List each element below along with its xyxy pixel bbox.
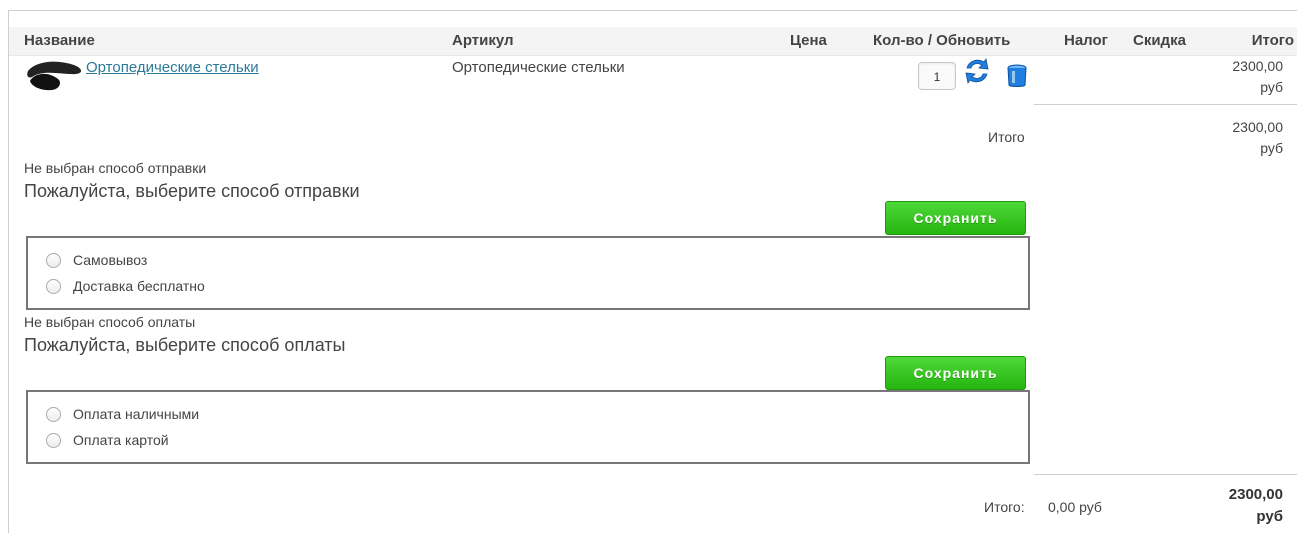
product-thumbnail-image bbox=[27, 61, 82, 91]
subtotal-currency: руб bbox=[1260, 140, 1283, 156]
grand-total-tax: 0,00 руб bbox=[1048, 499, 1102, 515]
shipping-option-label: Доставка бесплатно bbox=[73, 278, 205, 294]
grand-total-value: 2300,00 руб bbox=[1229, 484, 1283, 528]
subtotal-amount: 2300,00 bbox=[1232, 119, 1283, 135]
header-discount: Скидка bbox=[1133, 32, 1186, 49]
shipping-options-box: Самовывоз Доставка бесплатно bbox=[26, 236, 1030, 310]
refresh-icon[interactable] bbox=[963, 56, 991, 86]
grand-total-currency: руб bbox=[1256, 508, 1283, 525]
product-sku: Ортопедические стельки bbox=[452, 59, 625, 76]
subtotal-divider bbox=[1034, 104, 1297, 105]
row-total-amount: 2300,00 bbox=[1232, 58, 1283, 74]
payment-option-card[interactable]: Оплата картой bbox=[46, 428, 169, 452]
payment-save-button[interactable]: Сохранить bbox=[885, 356, 1026, 390]
subtotal-value: 2300,00 руб bbox=[1232, 117, 1283, 159]
shipping-status: Не выбран способ отправки bbox=[24, 160, 207, 176]
radio-button[interactable] bbox=[46, 432, 61, 448]
radio-button[interactable] bbox=[46, 252, 61, 268]
header-price: Цена bbox=[790, 32, 827, 49]
row-total-currency: руб bbox=[1260, 79, 1283, 95]
shipping-option-label: Самовывоз bbox=[73, 252, 148, 268]
quantity-input[interactable]: 1 bbox=[918, 62, 956, 90]
subtotal-label: Итого bbox=[988, 129, 1025, 145]
shipping-option-pickup[interactable]: Самовывоз bbox=[46, 248, 147, 272]
header-sku: Артикул bbox=[452, 32, 514, 49]
cart-table-header: Название Артикул Цена Кол-во / Обновить … bbox=[9, 27, 1297, 56]
cart-frame-top-border bbox=[8, 10, 1297, 11]
grand-total-label: Итого: bbox=[984, 499, 1025, 515]
radio-button[interactable] bbox=[46, 406, 61, 422]
header-name: Название bbox=[24, 32, 95, 49]
header-qty-update: Кол-во / Обновить bbox=[873, 32, 1011, 49]
payment-options-box: Оплата наличными Оплата картой bbox=[26, 390, 1030, 464]
cart-frame-left-border bbox=[8, 10, 9, 533]
payment-option-label: Оплата картой bbox=[73, 432, 169, 448]
shipping-option-free-delivery[interactable]: Доставка бесплатно bbox=[46, 274, 205, 298]
trash-icon[interactable] bbox=[1004, 63, 1030, 89]
product-name-link[interactable]: Ортопедические стельки bbox=[86, 59, 259, 76]
payment-option-label: Оплата наличными bbox=[73, 406, 200, 422]
payment-prompt: Пожалуйста, выберите способ оплаты bbox=[24, 335, 346, 355]
shipping-save-button[interactable]: Сохранить bbox=[885, 201, 1026, 235]
radio-button[interactable] bbox=[46, 278, 61, 294]
header-total: Итого bbox=[1251, 32, 1294, 49]
shipping-prompt: Пожалуйста, выберите способ отправки bbox=[24, 181, 360, 201]
grand-total-amount: 2300,00 bbox=[1228, 486, 1283, 503]
header-tax: Налог bbox=[1064, 32, 1108, 49]
payment-option-cash[interactable]: Оплата наличными bbox=[46, 402, 199, 426]
row-total: 2300,00 руб bbox=[1232, 56, 1283, 98]
grand-total-divider bbox=[1034, 474, 1297, 475]
payment-status: Не выбран способ оплаты bbox=[24, 314, 196, 330]
